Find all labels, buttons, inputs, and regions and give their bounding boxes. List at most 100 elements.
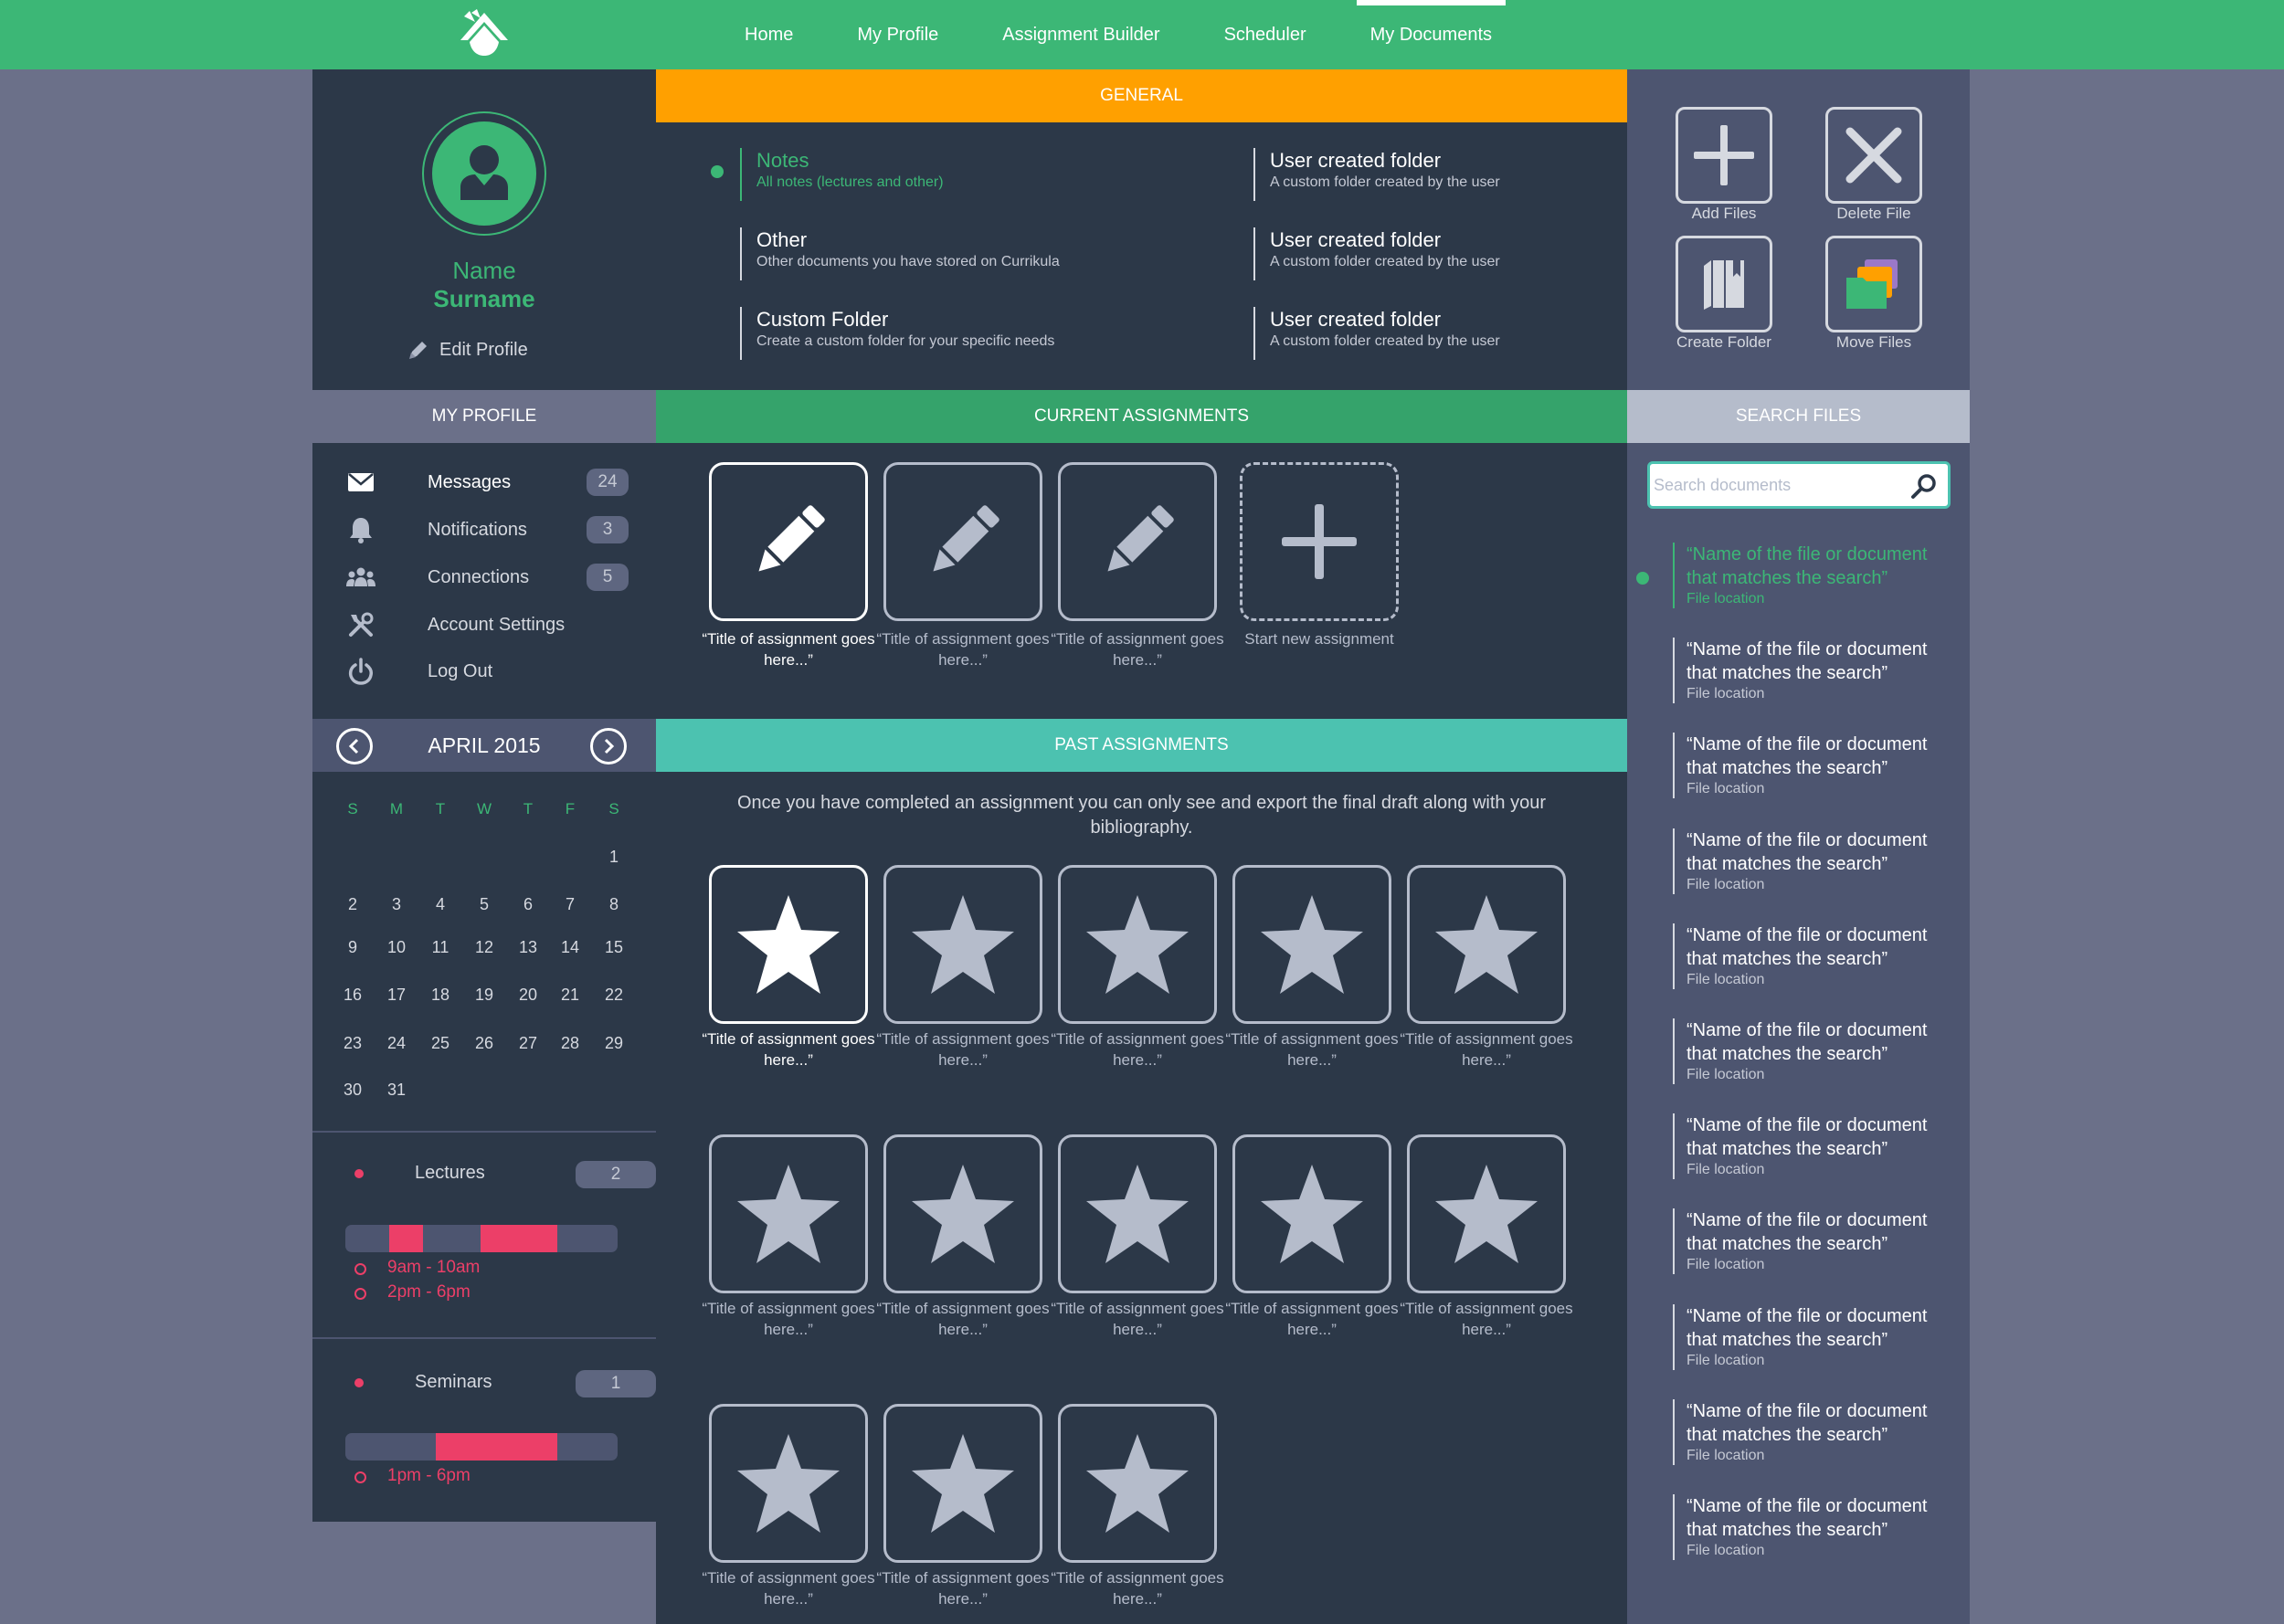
calendar-day[interactable]: 7 [548,895,592,914]
past-assignment-tile[interactable] [709,1134,868,1293]
current-assignment-tile[interactable] [1058,462,1217,621]
folder-notes[interactable]: Notes All notes (lectures and other) [740,148,1197,201]
folder-user-created[interactable]: User created folder A custom folder crea… [1253,227,1601,280]
current-assignment-tile[interactable] [709,462,868,621]
timeline-slot[interactable] [436,1433,557,1461]
calendar-day[interactable]: 26 [462,1034,506,1053]
nav-home[interactable]: Home [713,0,825,69]
past-assignment-tile[interactable] [1232,865,1391,1024]
timeline-slot[interactable] [481,1225,557,1252]
calendar-day[interactable]: 14 [548,938,592,957]
past-assignment-tile[interactable] [883,865,1042,1024]
assignment-caption: “Title of assignment goes here...” [1051,1030,1224,1069]
calendar-day[interactable]: 28 [548,1034,592,1053]
avatar[interactable] [422,111,546,236]
past-assignment-tile[interactable] [1058,1404,1217,1563]
folder-title: User created folder [1270,308,1442,331]
edit-profile-link[interactable]: Edit Profile [407,336,528,364]
add-files-button[interactable] [1676,107,1772,204]
past-assignment-tile[interactable] [709,865,868,1024]
menu-item-connections[interactable]: Connections 5 [345,559,629,596]
folder-custom[interactable]: Custom Folder Create a custom folder for… [740,307,1197,360]
menu-item-notifications[interactable]: Notifications 3 [345,511,629,548]
menu-item-account-settings[interactable]: Account Settings [345,606,629,643]
menu-label: Log Out [428,660,493,681]
star-icon [912,1434,1014,1533]
past-assignment-tile[interactable] [1232,1134,1391,1293]
nav-my-documents[interactable]: My Documents [1338,0,1524,69]
assignment-caption: “Title of assignment goes here...” [1225,1030,1399,1069]
calendar-day[interactable]: 1 [592,848,636,867]
search-result-item[interactable]: “Name of the file or document that match… [1673,923,1956,989]
create-folder-button[interactable] [1676,236,1772,332]
calendar-day[interactable]: 27 [506,1034,550,1053]
nav-assignment-builder[interactable]: Assignment Builder [970,0,1191,69]
calendar-day[interactable]: 23 [331,1034,375,1053]
calendar-day[interactable]: 3 [375,895,418,914]
calendar-day[interactable]: 16 [331,986,375,1005]
search-result-item[interactable]: “Name of the file or document that match… [1673,828,1956,894]
calendar-next-button[interactable] [590,728,627,765]
search-result-item[interactable]: “Name of the file or document that match… [1673,1398,1956,1465]
folder-other[interactable]: Other Other documents you have stored on… [740,227,1197,280]
calendar-day[interactable]: 25 [418,1034,462,1053]
calendar-day[interactable]: 4 [418,895,462,914]
past-assignment-tile[interactable] [883,1404,1042,1563]
search-result-item[interactable]: “Name of the file or document that match… [1673,733,1956,799]
past-assignment-tile[interactable] [1407,1134,1566,1293]
past-assignment-tile[interactable] [1058,1134,1217,1293]
calendar-day[interactable]: 9 [331,938,375,957]
search-result-item[interactable]: “Name of the file or document that match… [1673,1494,1956,1560]
calendar-day[interactable]: 6 [506,895,550,914]
past-assignment-tile[interactable] [1407,865,1566,1024]
delete-file-button[interactable] [1825,107,1922,204]
folder-subtitle: A custom folder created by the user [1270,254,1500,269]
folder-user-created[interactable]: User created folder A custom folder crea… [1253,307,1601,360]
nav-my-profile[interactable]: My Profile [825,0,970,69]
calendar-day[interactable]: 22 [592,986,636,1005]
nav-scheduler[interactable]: Scheduler [1192,0,1338,69]
search-result-item[interactable]: “Name of the file or document that match… [1673,638,1956,704]
time-ring-icon [354,1263,366,1275]
calendar-day[interactable]: 10 [375,938,418,957]
search-result-item[interactable]: “Name of the file or document that match… [1673,1113,1956,1180]
search-result-item[interactable]: “Name of the file or document that match… [1673,543,1956,608]
calendar-day[interactable]: 20 [506,986,550,1005]
logo-icon[interactable] [457,7,512,58]
past-assignment-tile[interactable] [709,1404,868,1563]
menu-item-messages[interactable]: Messages 24 [345,464,629,501]
search-result-item[interactable]: “Name of the file or document that match… [1673,1303,1956,1370]
calendar-day[interactable]: 17 [375,986,418,1005]
calendar-day[interactable]: 8 [592,895,636,914]
calendar-day[interactable]: 13 [506,938,550,957]
search-icon[interactable] [1909,471,1939,501]
calendar-day[interactable]: 29 [592,1034,636,1053]
calendar-day[interactable]: 2 [331,895,375,914]
past-assignment-tile[interactable] [883,1134,1042,1293]
calendar-day[interactable]: 30 [331,1081,375,1100]
current-assignment-tile[interactable] [883,462,1042,621]
folder-user-created[interactable]: User created folder A custom folder crea… [1253,148,1601,201]
search-result-item[interactable]: “Name of the file or document that match… [1673,1208,1956,1275]
calendar-day[interactable]: 19 [462,986,506,1005]
folder-subtitle: A custom folder created by the user [1270,174,1500,190]
calendar-day[interactable]: 11 [418,938,462,957]
plus-icon [1282,504,1357,579]
past-assignment-tile[interactable] [1058,865,1217,1024]
menu-item-log-out[interactable]: Log Out [345,653,629,690]
calendar-day[interactable]: 24 [375,1034,418,1053]
search-result-item[interactable]: “Name of the file or document that match… [1673,1018,1956,1084]
calendar-day[interactable]: 18 [418,986,462,1005]
timeline-slot[interactable] [389,1225,423,1252]
calendar-day[interactable]: 15 [592,938,636,957]
result-location: File location [1687,1543,1765,1558]
assignment-caption: “Title of assignment goes here...” [876,1300,1050,1338]
calendar-day[interactable]: 31 [375,1081,418,1100]
calendar-day[interactable]: 5 [462,895,506,914]
search-input[interactable] [1654,464,1900,506]
calendar-day[interactable]: 21 [548,986,592,1005]
start-new-assignment-button[interactable] [1240,462,1399,621]
calendar-prev-button[interactable] [336,728,373,765]
move-files-button[interactable] [1825,236,1922,332]
calendar-day[interactable]: 12 [462,938,506,957]
